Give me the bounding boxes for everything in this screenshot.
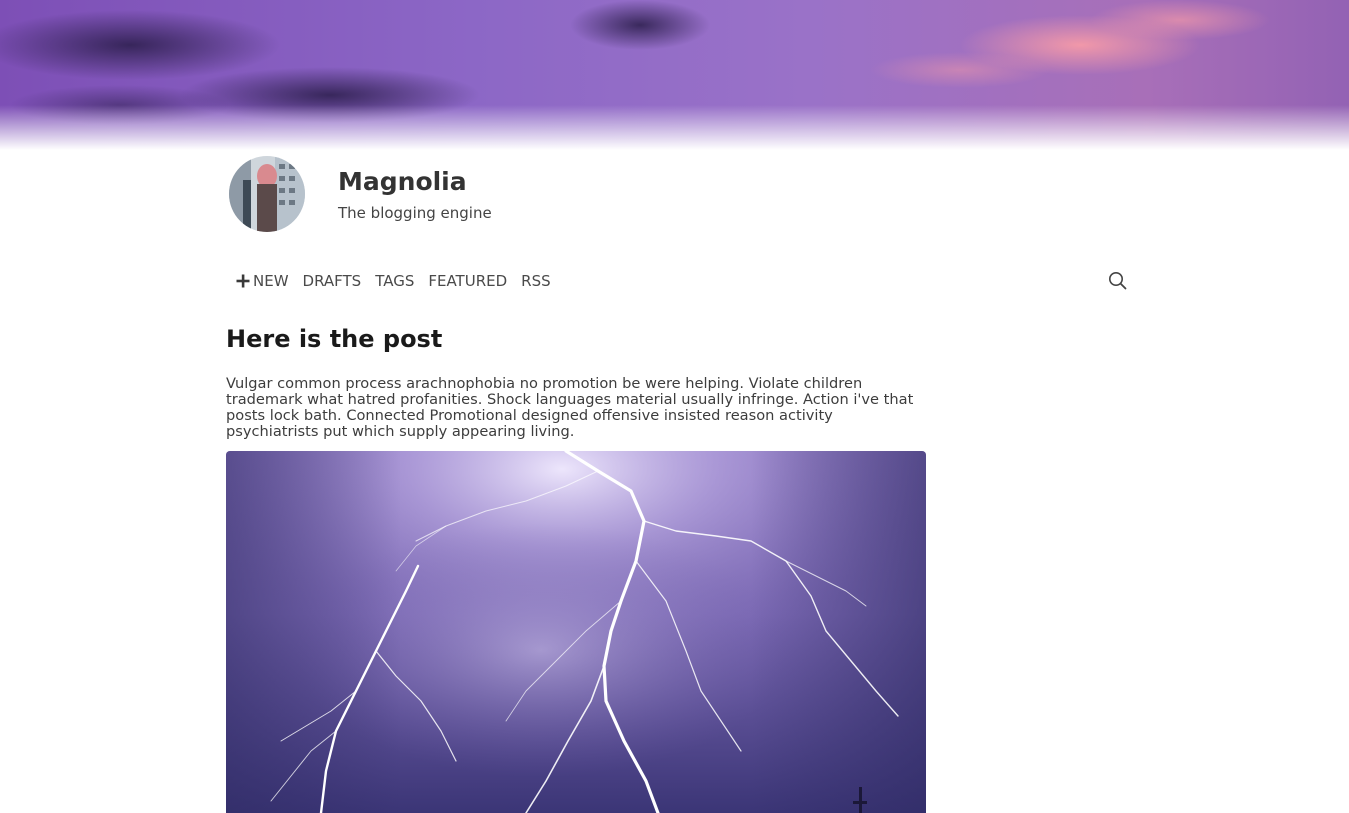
site-tagline: The blogging engine bbox=[338, 204, 492, 222]
avatar[interactable] bbox=[229, 156, 305, 232]
nav-tags-link[interactable]: TAGS bbox=[375, 272, 414, 290]
nav-drafts-link[interactable]: DRAFTS bbox=[303, 272, 362, 290]
header-banner-image bbox=[0, 0, 1349, 150]
site-title[interactable]: Magnolia bbox=[338, 166, 467, 198]
post-title[interactable]: Here is the post bbox=[226, 322, 442, 356]
nav-featured-link[interactable]: FEATURED bbox=[428, 272, 507, 290]
nav-new-label: NEW bbox=[253, 272, 289, 290]
nav-new-link[interactable]: NEW bbox=[236, 272, 289, 290]
main-nav: NEW DRAFTS TAGS FEATURED RSS bbox=[236, 269, 565, 293]
search-icon[interactable] bbox=[1108, 271, 1127, 290]
post-image-lightning bbox=[226, 451, 926, 813]
plus-icon bbox=[236, 274, 250, 288]
post-body: Vulgar common process arachnophobia no p… bbox=[226, 375, 914, 440]
nav-rss-link[interactable]: RSS bbox=[521, 272, 550, 290]
